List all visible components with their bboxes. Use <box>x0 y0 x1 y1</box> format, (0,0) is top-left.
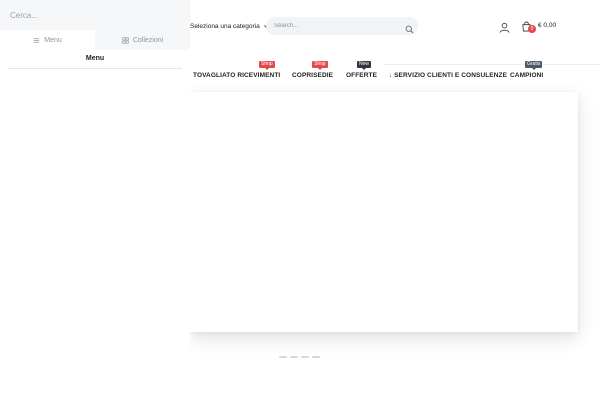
nav-badge-shop: Shop <box>259 61 275 70</box>
drawer-search-input[interactable] <box>10 0 180 30</box>
tab-collezioni[interactable]: Collezioni <box>95 30 190 50</box>
slider-dot[interactable] <box>312 356 320 358</box>
category-select-label: Seleziona una categoria <box>190 22 260 30</box>
search-input[interactable] <box>274 17 402 35</box>
nav-item-campioni[interactable]: CAMPIONI <box>510 72 543 79</box>
nav-badge-shop: Shop <box>312 61 328 70</box>
nav-item-servizio-clienti-label: SERVIZIO CLIENTI E CONSULENZE <box>394 72 508 79</box>
drawer-menu-heading: Menu <box>85 55 105 62</box>
tab-collezioni-label: Collezioni <box>132 36 164 44</box>
nav-item-servizio-clienti[interactable]: ↓ SERVIZIO CLIENTI E CONSULENZE <box>389 72 507 79</box>
category-select[interactable]: Seleziona una categoria <box>190 20 270 32</box>
arrow-down-icon: ↓ <box>389 73 393 79</box>
cart-count-badge: 0 <box>528 25 536 33</box>
user-account-icon[interactable] <box>499 20 510 33</box>
nav-badge-gratis: Gratis <box>525 61 543 70</box>
tab-menu-label: Menu <box>44 36 62 44</box>
slider-dot[interactable] <box>301 356 309 358</box>
nav-divider <box>385 64 600 65</box>
tab-menu[interactable]: Menu <box>0 30 95 50</box>
header-search <box>266 17 418 35</box>
mobile-menu-drawer: Menu Collezioni Menu <box>0 0 190 400</box>
slider-dot[interactable] <box>279 356 287 358</box>
grid-icon <box>122 36 129 44</box>
drawer-search <box>0 0 190 30</box>
nav-item-tovagliato-ricevimenti[interactable]: TOVAGLIATO RICEVIMENTI <box>193 72 280 79</box>
cart-total[interactable]: € 0,00 <box>538 22 556 29</box>
drawer-divider <box>8 68 182 69</box>
slider-pagination <box>279 356 320 358</box>
search-icon[interactable] <box>405 21 414 34</box>
drawer-tabs: Menu Collezioni <box>0 30 190 50</box>
nav-badge-new: New <box>357 61 372 70</box>
cart-button[interactable]: 0 <box>521 19 536 33</box>
nav-item-offerte[interactable]: OFFERTE <box>346 72 377 79</box>
nav-item-coprisedie[interactable]: COPRISEDIE <box>292 72 333 79</box>
hero-slider[interactable] <box>190 92 578 332</box>
slider-dot[interactable] <box>290 356 298 358</box>
hamburger-icon <box>33 37 40 43</box>
